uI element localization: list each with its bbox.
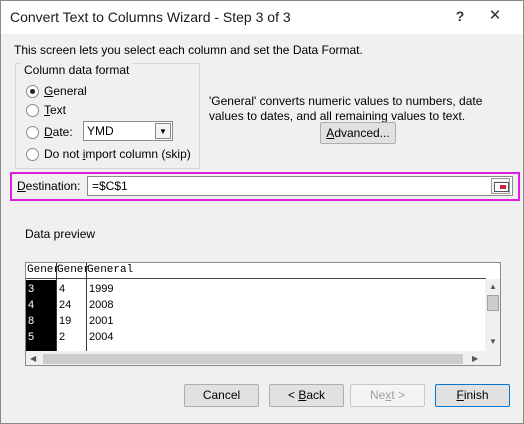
- scroll-right-icon[interactable]: ▶: [472, 354, 478, 363]
- radio-date-label: Date:: [44, 125, 73, 139]
- preview-header-row: Gener Gener General: [26, 263, 486, 279]
- horizontal-scrollbar[interactable]: ◀ ▶: [26, 351, 486, 365]
- radio-button[interactable]: [26, 147, 39, 161]
- next-button: Next >: [350, 384, 425, 407]
- radio-button[interactable]: [26, 103, 39, 117]
- title-bar: Convert Text to Columns Wizard - Step 3 …: [1, 1, 523, 34]
- radio-button[interactable]: [26, 84, 39, 98]
- destination-label: Destination:: [17, 179, 81, 193]
- horizontal-scroll-thumb[interactable]: [43, 354, 463, 364]
- scroll-corner: [485, 351, 500, 365]
- radio-text-label: Text: [44, 103, 67, 117]
- radio-skip-label: Do not import column (skip): [44, 147, 191, 161]
- radio-date[interactable]: Date:: [26, 124, 73, 140]
- table-cell: 19: [59, 315, 72, 327]
- date-format-value: YMD: [87, 124, 114, 138]
- radio-general-label: General: [44, 84, 87, 98]
- radio-general[interactable]: General: [26, 83, 87, 99]
- table-cell: 1999: [89, 283, 114, 295]
- table-cell: 8: [28, 315, 35, 327]
- column-divider: [56, 263, 57, 351]
- column-header[interactable]: General: [87, 264, 133, 276]
- radio-button[interactable]: [26, 125, 39, 139]
- destination-value: =$C$1: [92, 179, 128, 193]
- data-preview-label: Data preview: [25, 227, 96, 241]
- finish-button[interactable]: Finish: [435, 384, 510, 407]
- date-format-select[interactable]: YMD ▼: [83, 121, 173, 141]
- collapse-dialog-icon[interactable]: [491, 178, 510, 194]
- help-button[interactable]: ?: [447, 5, 473, 27]
- scroll-left-icon[interactable]: ◀: [30, 354, 36, 363]
- scroll-down-icon[interactable]: ▼: [489, 337, 497, 346]
- destination-input[interactable]: =$C$1: [87, 176, 513, 196]
- table-cell: 2004: [89, 331, 114, 343]
- radio-skip[interactable]: Do not import column (skip): [26, 146, 191, 162]
- close-button[interactable]: ✕: [482, 5, 508, 27]
- back-button[interactable]: < Back: [269, 384, 344, 407]
- format-explanation: 'General' converts numeric values to num…: [209, 94, 483, 123]
- table-cell: 2008: [89, 299, 114, 311]
- column-divider: [86, 263, 87, 351]
- table-cell: 5: [28, 331, 35, 343]
- table-cell: 2001: [89, 315, 114, 327]
- table-cell: 4: [59, 283, 66, 295]
- scroll-up-icon[interactable]: ▲: [489, 282, 497, 291]
- table-cell: 3: [28, 283, 35, 295]
- data-preview-grid[interactable]: Gener Gener General 3 4 1999 4 24 2008 8…: [25, 262, 501, 366]
- table-cell: 2: [59, 331, 66, 343]
- chevron-down-icon[interactable]: ▼: [155, 123, 171, 139]
- vertical-scrollbar[interactable]: ▲ ▼: [485, 279, 500, 351]
- table-cell: 24: [59, 299, 72, 311]
- intro-text: This screen lets you select each column …: [14, 43, 363, 57]
- vertical-scroll-thumb[interactable]: [487, 295, 499, 311]
- radio-text[interactable]: Text: [26, 102, 66, 118]
- table-cell: 4: [28, 299, 35, 311]
- column-format-legend: Column data format: [21, 63, 133, 77]
- cancel-button[interactable]: Cancel: [184, 384, 259, 407]
- wizard-window: Convert Text to Columns Wizard - Step 3 …: [0, 0, 524, 424]
- window-title: Convert Text to Columns Wizard - Step 3 …: [10, 9, 291, 25]
- advanced-button[interactable]: Advanced...: [320, 122, 396, 144]
